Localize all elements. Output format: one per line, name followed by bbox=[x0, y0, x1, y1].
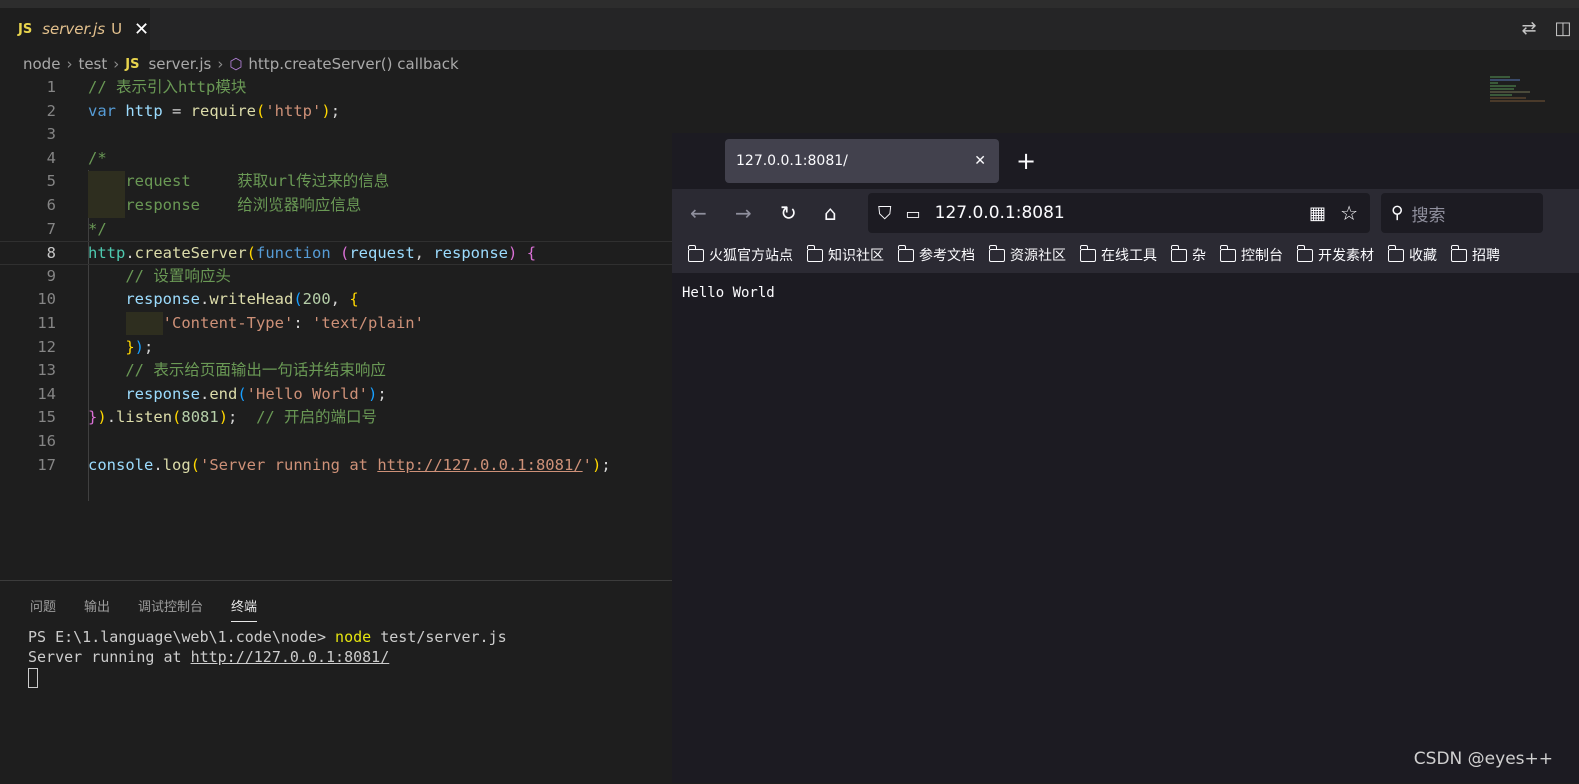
split-editor-icon[interactable]: ◫ bbox=[1552, 18, 1574, 40]
breadcrumb-file[interactable]: server.js bbox=[148, 55, 211, 73]
home-icon[interactable]: ⌂ bbox=[824, 201, 837, 225]
browser-tab[interactable]: 127.0.0.1:8081/ ✕ bbox=[725, 139, 999, 183]
code-line: 16 bbox=[37, 431, 56, 450]
folder-icon bbox=[1387, 244, 1404, 262]
breadcrumb: node › test › JS server.js › ⬡ http.crea… bbox=[0, 52, 459, 76]
editor-tab-server-js[interactable]: JS server.js U ✕ bbox=[0, 8, 150, 50]
browser-tab-strip: 127.0.0.1:8081/ ✕ + bbox=[672, 133, 1579, 189]
page-text: Hello World bbox=[682, 285, 775, 301]
tab-problems[interactable]: 问题 bbox=[30, 596, 56, 622]
tab-terminal[interactable]: 终端 bbox=[231, 596, 258, 622]
forward-icon[interactable]: → bbox=[735, 201, 752, 225]
back-icon[interactable]: ← bbox=[690, 201, 707, 225]
bookmark-folder[interactable]: 知识社区 bbox=[806, 244, 884, 265]
js-file-icon: JS bbox=[125, 56, 140, 72]
page-info-icon[interactable]: ▭ bbox=[906, 204, 921, 223]
tab-debug-console[interactable]: 调试控制台 bbox=[138, 596, 203, 622]
folder-icon bbox=[806, 244, 823, 262]
code-editor[interactable]: 1// 表示引入http模块 2 var http = require('http… bbox=[0, 76, 672, 501]
code-line: 11 'Content-Type': 'text/plain' bbox=[37, 313, 424, 332]
compare-changes-icon[interactable]: ⇄ bbox=[1518, 18, 1540, 40]
bookmark-folder[interactable]: 资源社区 bbox=[988, 244, 1066, 265]
qr-code-icon[interactable]: ▦ bbox=[1309, 203, 1326, 224]
code-line: 9 // 设置响应头 bbox=[46, 266, 231, 285]
chevron-right-icon: › bbox=[113, 55, 120, 73]
shield-icon[interactable]: ⛉ bbox=[878, 203, 892, 224]
bookmark-folder[interactable]: 杂 bbox=[1170, 244, 1206, 265]
folder-icon bbox=[687, 244, 704, 262]
code-line: 17 console.log('Server running at http://… bbox=[37, 455, 611, 474]
symbol-method-icon: ⬡ bbox=[229, 55, 243, 73]
chevron-right-icon: › bbox=[217, 55, 224, 73]
reload-icon[interactable]: ↻ bbox=[780, 201, 797, 225]
bookmark-folder[interactable]: 参考文档 bbox=[897, 244, 975, 265]
minimap[interactable] bbox=[1490, 76, 1560, 116]
git-untracked-badge: U bbox=[111, 20, 123, 38]
search-placeholder: 搜索 bbox=[1411, 205, 1446, 226]
folder-icon bbox=[897, 244, 914, 262]
search-box[interactable]: ⚲ 搜索 bbox=[1381, 193, 1543, 233]
bookmark-folder[interactable]: 在线工具 bbox=[1079, 244, 1157, 265]
close-tab-icon[interactable]: ✕ bbox=[134, 19, 149, 40]
breadcrumb-symbol[interactable]: http.createServer() callback bbox=[248, 55, 458, 73]
code-line-active: 8 http.createServer(function (request, re… bbox=[0, 241, 672, 265]
code-line: 12 }); bbox=[37, 337, 154, 356]
url-bar[interactable]: ⛉ ▭ 127.0.0.1:8081 ▦ ☆ bbox=[868, 193, 1370, 233]
code-line: 13 // 表示给页面输出一句话并结束响应 bbox=[37, 361, 386, 380]
folder-icon bbox=[1450, 244, 1467, 262]
page-content: Hello World bbox=[672, 273, 1579, 783]
bookmark-folder[interactable]: 开发素材 bbox=[1296, 244, 1374, 265]
browser-window: 127.0.0.1:8081/ ✕ + ← → ↻ ⌂ ⛉ ▭ 127.0.0.… bbox=[672, 133, 1579, 783]
folder-icon bbox=[1296, 244, 1313, 262]
terminal-output-text: Server running at bbox=[28, 648, 191, 666]
code-line: 10 response.writeHead(200, { bbox=[37, 290, 359, 309]
panel-tabs: 问题 输出 调试控制台 终端 bbox=[30, 596, 285, 622]
breadcrumb-node[interactable]: node bbox=[23, 55, 60, 73]
watermark: CSDN @eyes++ bbox=[1413, 749, 1553, 769]
code-line: 14 response.end('Hello World'); bbox=[37, 384, 387, 403]
terminal-link[interactable]: http://127.0.0.1:8081/ bbox=[191, 648, 390, 666]
tab-output[interactable]: 输出 bbox=[84, 596, 110, 622]
code-line: 5 request 获取url传过来的信息 bbox=[46, 172, 390, 191]
folder-icon bbox=[1170, 244, 1187, 262]
window-top-strip bbox=[0, 0, 1579, 8]
navigation-toolbar: ← → ↻ ⌂ ⛉ ▭ 127.0.0.1:8081 ▦ ☆ ⚲ 搜索 bbox=[672, 189, 1579, 237]
code-line: 3 bbox=[46, 125, 56, 144]
chevron-right-icon: › bbox=[66, 55, 73, 73]
browser-tab-title: 127.0.0.1:8081/ bbox=[736, 153, 848, 169]
bottom-panel: 问题 输出 调试控制台 终端 PS E:\1.language\web\1.co… bbox=[0, 580, 672, 784]
bookmark-folder[interactable]: 招聘 bbox=[1450, 244, 1500, 265]
folder-icon bbox=[988, 244, 1005, 262]
folder-icon bbox=[1219, 244, 1236, 262]
code-line: 6 response 给浏览器响应信息 bbox=[46, 195, 362, 214]
terminal-cursor bbox=[28, 667, 38, 688]
bookmarks-bar: 火狐官方站点 知识社区 参考文档 资源社区 在线工具 杂 控制台 开发素材 收藏… bbox=[672, 237, 1579, 273]
search-icon: ⚲ bbox=[1391, 203, 1404, 223]
code-line: 15}).listen(8081); // 开启的端口号 bbox=[37, 408, 378, 427]
url-text[interactable]: 127.0.0.1:8081 bbox=[935, 203, 1065, 223]
code-line: 1// 表示引入http模块 bbox=[46, 78, 247, 96]
code-url-link[interactable]: http://127.0.0.1:8081/ bbox=[377, 456, 582, 474]
code-line: 2 var http = require('http'); bbox=[46, 101, 341, 120]
terminal-args: test/server.js bbox=[371, 628, 507, 646]
folder-icon bbox=[1079, 244, 1096, 262]
bookmark-folder[interactable]: 收藏 bbox=[1387, 244, 1437, 265]
breadcrumb-test[interactable]: test bbox=[78, 55, 107, 73]
close-tab-icon[interactable]: ✕ bbox=[974, 153, 986, 169]
code-line: 7 */ bbox=[46, 219, 107, 238]
js-file-icon: JS bbox=[18, 21, 33, 37]
code-line: 4/* bbox=[46, 148, 107, 167]
bookmark-folder[interactable]: 控制台 bbox=[1219, 244, 1283, 265]
new-tab-icon[interactable]: + bbox=[1016, 147, 1036, 175]
bookmark-star-icon[interactable]: ☆ bbox=[1340, 201, 1358, 225]
terminal-output[interactable]: PS E:\1.language\web\1.code\node> node t… bbox=[28, 627, 507, 688]
tab-filename: server.js bbox=[42, 20, 106, 38]
terminal-prompt: PS E:\1.language\web\1.code\node> bbox=[28, 628, 336, 646]
bookmark-folder[interactable]: 火狐官方站点 bbox=[687, 244, 793, 265]
terminal-command: node bbox=[335, 628, 372, 646]
editor-tab-bar: JS server.js U ✕ ⇄ ◫ bbox=[0, 8, 1579, 50]
